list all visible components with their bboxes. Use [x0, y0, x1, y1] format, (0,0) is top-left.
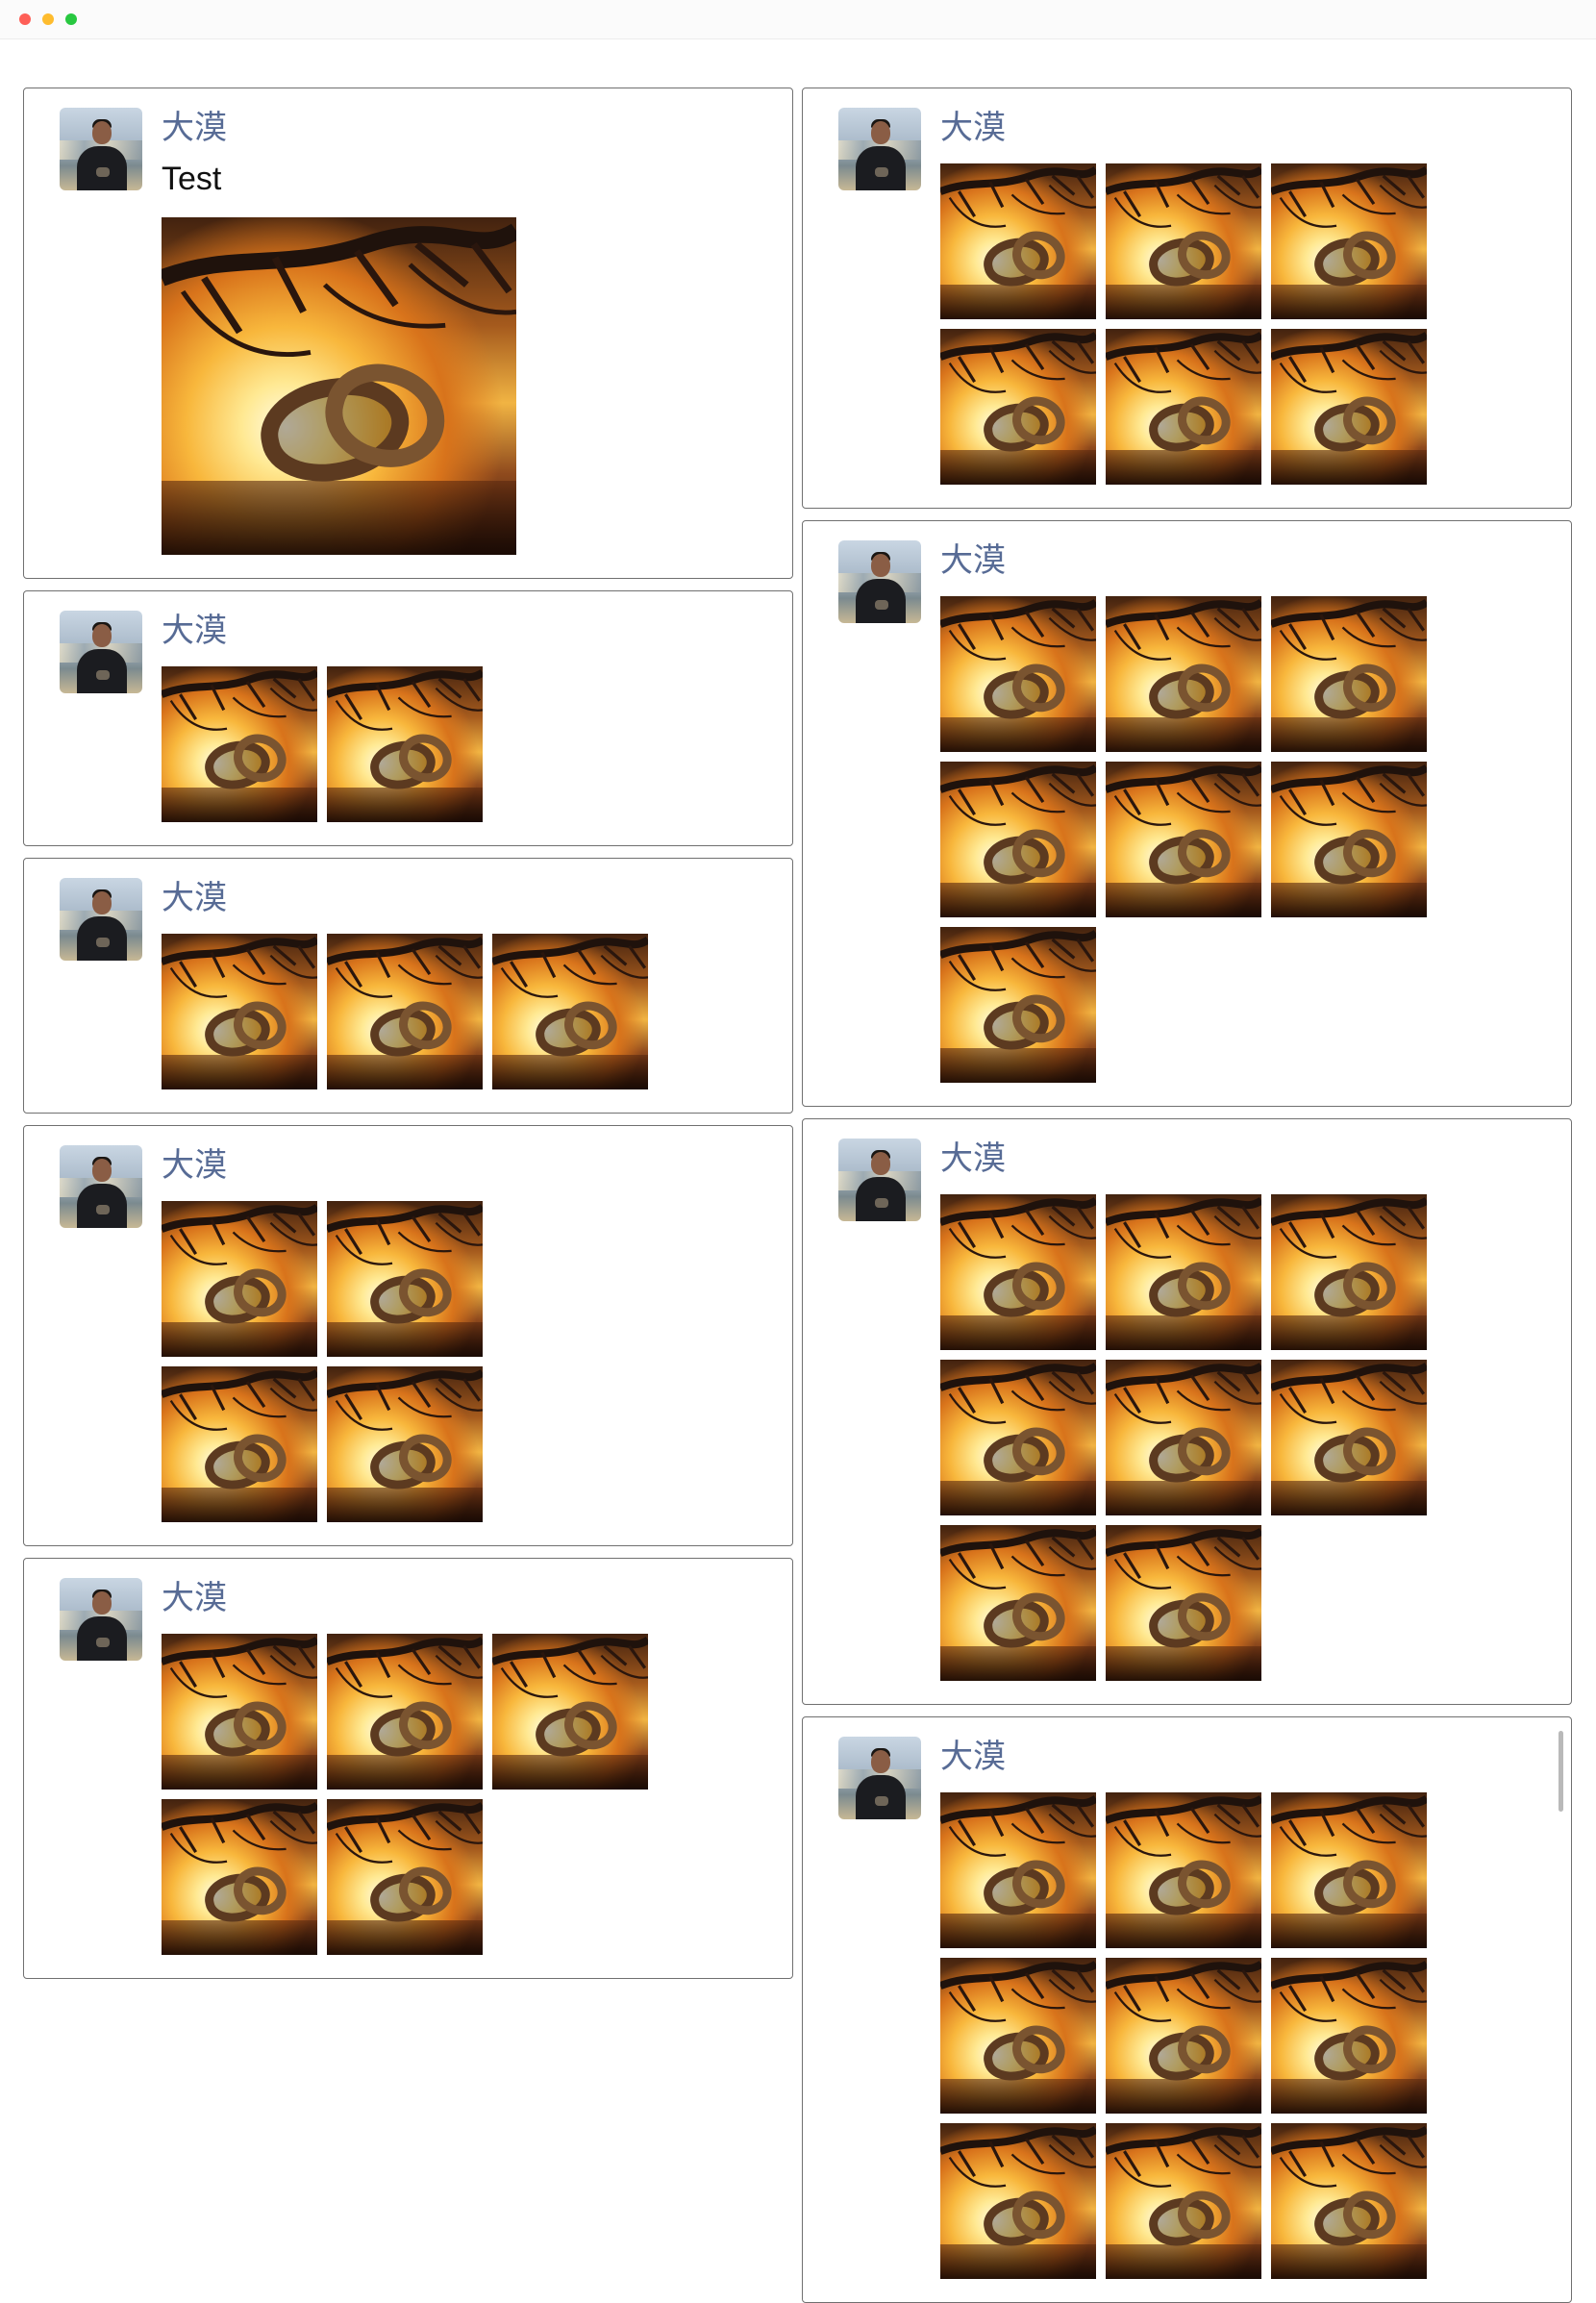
post-image[interactable] [327, 666, 483, 822]
post-image[interactable] [492, 934, 648, 1089]
post-content: 大漠 [162, 1578, 648, 1955]
user-name[interactable]: 大漠 [162, 1578, 648, 1618]
post-content: 大漠 [940, 1139, 1427, 1681]
post-image[interactable] [1106, 329, 1261, 485]
user-name[interactable]: 大漠 [940, 108, 1427, 148]
window-titlebar [0, 0, 1596, 39]
post-card: 大漠 [802, 520, 1572, 1107]
post-content: 大漠 [940, 540, 1427, 1083]
post-image[interactable] [1271, 596, 1427, 752]
post-card: 大漠 [802, 1716, 1572, 2303]
post-image[interactable] [940, 1525, 1096, 1681]
image-grid [162, 1201, 483, 1522]
post-image[interactable] [940, 762, 1096, 917]
post-content: 大漠 [162, 1145, 483, 1522]
post-image[interactable] [940, 927, 1096, 1083]
left-feed-column: 大漠 Test 大漠 大漠 大漠 大漠 [23, 88, 793, 1979]
image-grid [940, 596, 1427, 1083]
avatar[interactable] [838, 1139, 921, 1221]
avatar[interactable] [60, 108, 142, 190]
post-content: 大漠 [940, 108, 1427, 485]
post-image[interactable] [940, 1194, 1096, 1350]
avatar[interactable] [60, 1578, 142, 1661]
post-image[interactable] [1271, 762, 1427, 917]
post-image[interactable] [940, 1360, 1096, 1515]
post-image[interactable] [1106, 1525, 1261, 1681]
image-grid [940, 1194, 1427, 1681]
post-image[interactable] [940, 329, 1096, 485]
post-image[interactable] [1106, 1360, 1261, 1515]
post-image[interactable] [162, 934, 317, 1089]
post-image[interactable] [940, 1958, 1096, 2114]
close-window-button[interactable] [19, 13, 31, 25]
post-image[interactable] [1271, 329, 1427, 485]
post-image[interactable] [1106, 1792, 1261, 1948]
image-grid [162, 1634, 648, 1955]
image-grid [162, 666, 648, 822]
post-image[interactable] [1106, 762, 1261, 917]
post-image[interactable] [1271, 1194, 1427, 1350]
post-image[interactable] [162, 1634, 317, 1790]
post-content: 大漠 [940, 1737, 1427, 2279]
post-image[interactable] [1106, 2123, 1261, 2279]
avatar[interactable] [60, 611, 142, 693]
post-image[interactable] [162, 1366, 317, 1522]
user-name[interactable]: 大漠 [162, 611, 648, 651]
post-content: 大漠 Test [162, 108, 516, 555]
scrollbar[interactable] [1559, 1731, 1563, 1812]
user-name[interactable]: 大漠 [162, 108, 516, 148]
image-grid [162, 934, 648, 1089]
post-image[interactable] [940, 2123, 1096, 2279]
post-image[interactable] [1271, 1792, 1427, 1948]
post-image[interactable] [940, 596, 1096, 752]
post-text: Test [162, 161, 222, 197]
user-name[interactable]: 大漠 [162, 878, 648, 918]
avatar[interactable] [838, 540, 921, 623]
post-image[interactable] [1106, 596, 1261, 752]
post-image[interactable] [1106, 1194, 1261, 1350]
user-name[interactable]: 大漠 [162, 1145, 483, 1186]
post-image[interactable] [327, 934, 483, 1089]
post-card: 大漠 [23, 590, 793, 846]
avatar[interactable] [838, 1737, 921, 1819]
image-area [162, 217, 516, 555]
post-image[interactable] [162, 1799, 317, 1955]
post-image[interactable] [492, 1634, 648, 1790]
post-image[interactable] [162, 217, 516, 555]
zoom-window-button[interactable] [65, 13, 77, 25]
post-image[interactable] [327, 1799, 483, 1955]
post-card: 大漠 [23, 858, 793, 1114]
post-image[interactable] [940, 1792, 1096, 1948]
post-card: 大漠 [23, 1558, 793, 1979]
post-card: 大漠 [23, 1125, 793, 1546]
post-image[interactable] [162, 1201, 317, 1357]
post-image[interactable] [327, 1201, 483, 1357]
minimize-window-button[interactable] [42, 13, 54, 25]
image-grid [940, 1792, 1427, 2279]
user-name[interactable]: 大漠 [940, 1139, 1427, 1179]
post-card: 大漠 [802, 88, 1572, 509]
user-name[interactable]: 大漠 [940, 540, 1427, 581]
post-image[interactable] [1271, 2123, 1427, 2279]
post-image[interactable] [1271, 1360, 1427, 1515]
post-content: 大漠 [162, 611, 648, 822]
post-image[interactable] [1271, 1958, 1427, 2114]
avatar[interactable] [60, 878, 142, 961]
post-content: 大漠 [162, 878, 648, 1089]
post-image[interactable] [162, 666, 317, 822]
avatar[interactable] [60, 1145, 142, 1228]
post-image[interactable] [940, 163, 1096, 319]
user-name[interactable]: 大漠 [940, 1737, 1427, 1777]
post-card: 大漠 [802, 1118, 1572, 1705]
post-image[interactable] [327, 1366, 483, 1522]
post-card: 大漠 Test [23, 88, 793, 579]
right-feed-column: 大漠 大漠 大漠 大漠 [802, 88, 1572, 2303]
post-image[interactable] [1106, 163, 1261, 319]
post-image[interactable] [327, 1634, 483, 1790]
image-grid [940, 163, 1427, 485]
post-image[interactable] [1106, 1958, 1261, 2114]
post-image[interactable] [1271, 163, 1427, 319]
avatar[interactable] [838, 108, 921, 190]
